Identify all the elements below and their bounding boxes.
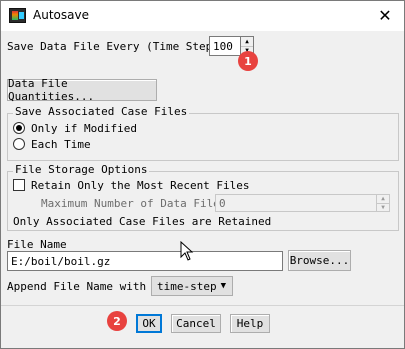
retain-recent-checkbox[interactable] xyxy=(13,179,25,191)
save-every-value: 100 xyxy=(213,39,233,53)
cancel-button[interactable]: Cancel xyxy=(171,314,221,333)
file-name-value: E:/boil/boil.gz xyxy=(11,254,111,268)
save-every-label: Save Data File Every (Time Steps) xyxy=(7,40,226,53)
app-icon xyxy=(9,8,26,23)
each-time-label[interactable]: Each Time xyxy=(31,138,91,151)
file-name-input[interactable]: E:/boil/boil.gz xyxy=(7,251,283,271)
step-badge-1: 1 xyxy=(238,51,258,71)
data-file-quantities-button[interactable]: Data File Quantities... xyxy=(7,77,157,103)
title-bar[interactable]: Autosave ✕ xyxy=(1,1,404,31)
help-button[interactable]: Help xyxy=(230,314,270,333)
append-value: time-step xyxy=(157,279,217,293)
max-files-input[interactable]: 0 xyxy=(215,194,377,212)
ok-button[interactable]: OK xyxy=(136,314,162,333)
file-name-label: File Name xyxy=(7,238,67,251)
footer-divider xyxy=(1,305,404,306)
dialog-title: Autosave xyxy=(33,8,89,22)
mouse-cursor-icon xyxy=(180,241,194,261)
max-files-value: 0 xyxy=(219,196,226,210)
max-files-label: Maximum Number of Data Files xyxy=(41,197,227,210)
close-icon[interactable]: ✕ xyxy=(374,5,396,27)
each-time-radio[interactable] xyxy=(13,138,25,150)
case-files-title: Save Associated Case Files xyxy=(13,105,190,118)
append-select[interactable]: time-step ▼ xyxy=(151,276,233,296)
max-files-spinner[interactable]: ▲ ▼ xyxy=(376,194,390,212)
storage-title: File Storage Options xyxy=(13,163,150,176)
only-if-modified-radio[interactable] xyxy=(13,122,25,134)
case-files-group xyxy=(7,113,399,161)
spin-down-icon[interactable]: ▼ xyxy=(377,203,389,211)
browse-button[interactable]: Browse... xyxy=(288,250,351,271)
retain-recent-label[interactable]: Retain Only the Most Recent Files xyxy=(31,179,250,192)
save-every-input[interactable]: 100 xyxy=(209,36,241,56)
step-badge-2: 2 xyxy=(107,311,127,331)
spin-up-icon[interactable]: ▲ xyxy=(241,37,253,46)
dialog-content: Save Data File Every (Time Steps) 100 ▲ … xyxy=(1,31,404,348)
retention-note: Only Associated Case Files are Retained xyxy=(13,215,272,228)
spin-up-icon[interactable]: ▲ xyxy=(377,195,389,203)
append-label: Append File Name with xyxy=(7,280,147,293)
autosave-dialog: Autosave ✕ Save Data File Every (Time St… xyxy=(0,0,405,349)
only-if-modified-label[interactable]: Only if Modified xyxy=(31,122,137,135)
chevron-down-icon: ▼ xyxy=(220,281,226,291)
